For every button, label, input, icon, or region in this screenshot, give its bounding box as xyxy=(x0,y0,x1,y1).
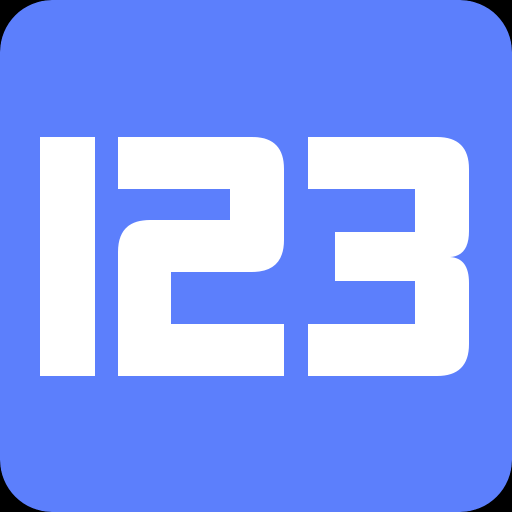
app-icon-graphic xyxy=(0,0,512,512)
digit-2-shape xyxy=(118,137,284,376)
app-icon[interactable] xyxy=(0,0,512,512)
digit-1-shape xyxy=(40,137,95,376)
